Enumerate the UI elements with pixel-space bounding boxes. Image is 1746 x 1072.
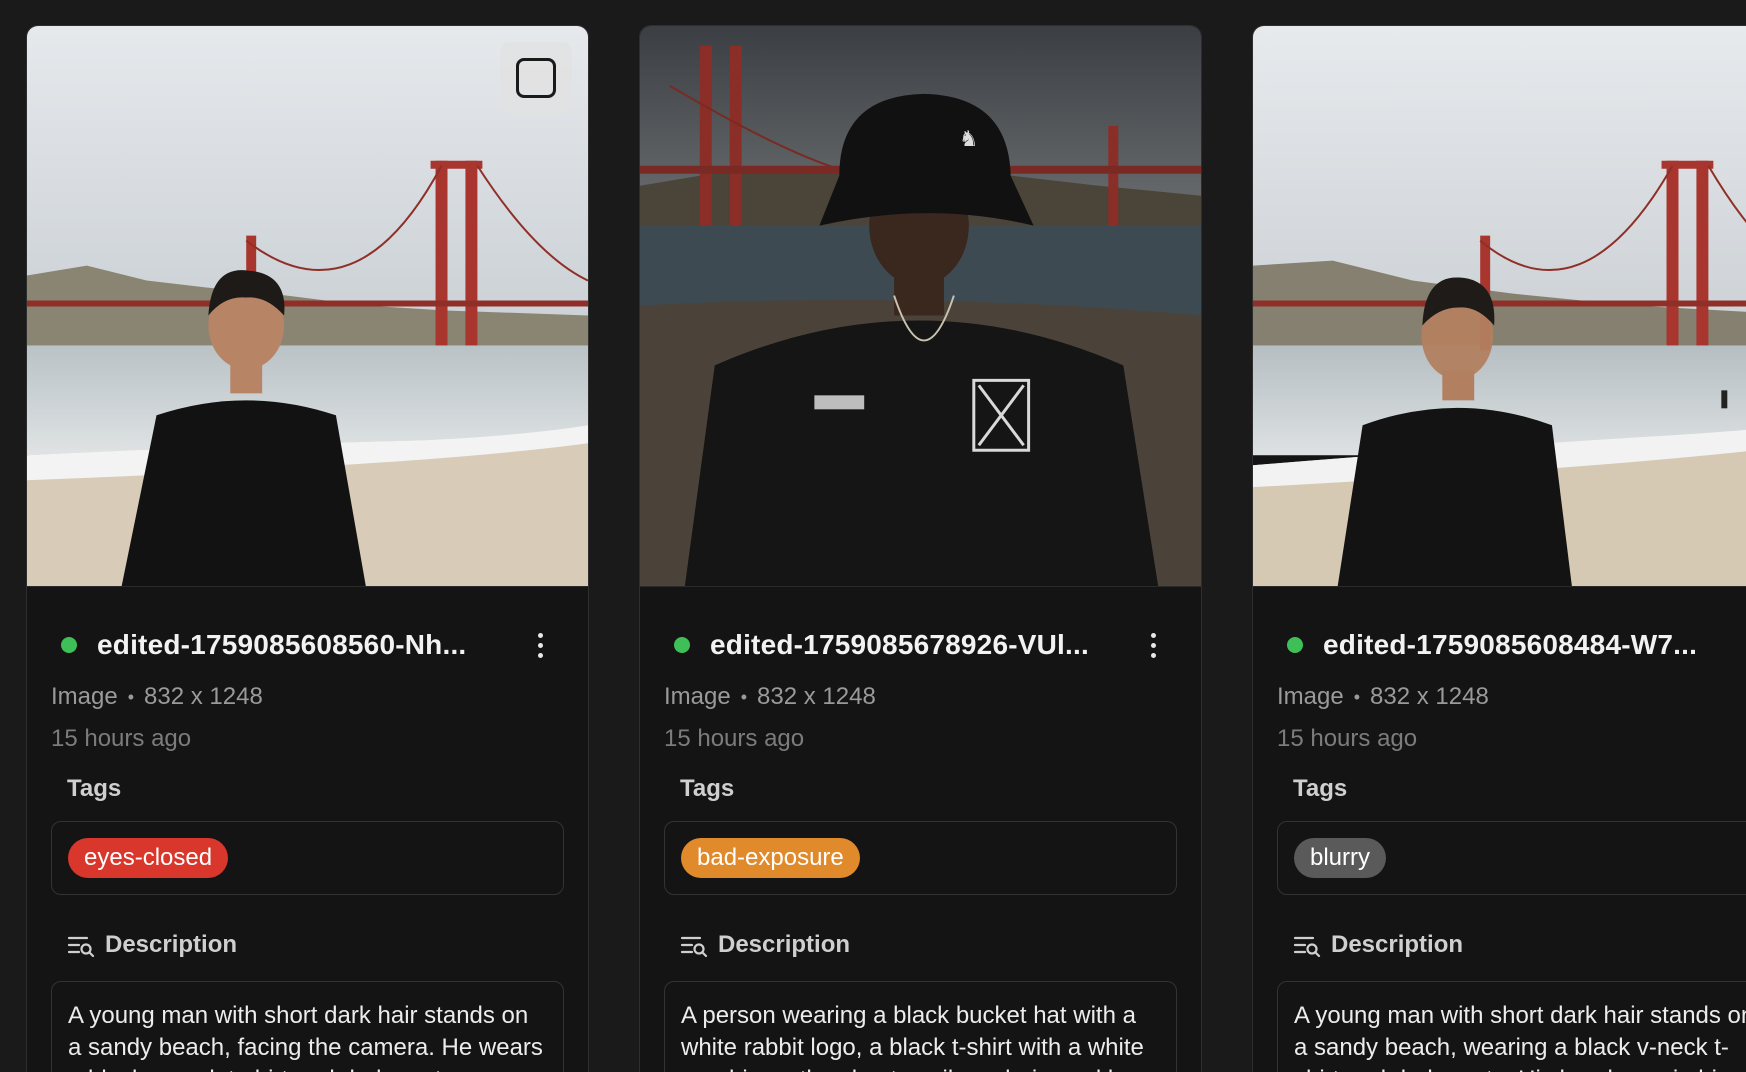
status-dot <box>61 637 77 653</box>
description-search-icon <box>1293 936 1321 957</box>
asset-dimensions: 832 x 1248 <box>757 683 876 710</box>
svg-text:♞: ♞ <box>959 127 979 152</box>
tag-eyes-closed[interactable]: eyes-closed <box>68 838 229 878</box>
asset-thumbnail[interactable] <box>1253 26 1746 587</box>
bucket-hat-photo: ♞ <box>640 26 1201 586</box>
asset-type: Image <box>51 683 118 710</box>
separator-dot: • <box>127 686 135 707</box>
description-label: Description <box>105 931 238 958</box>
asset-type: Image <box>664 683 731 710</box>
more-options-icon[interactable] <box>1137 627 1169 663</box>
asset-card[interactable]: edited-1759085608484-W7... Image • 832 x… <box>1252 25 1746 1072</box>
asset-time: 15 hours ago <box>1277 725 1418 752</box>
asset-time: 15 hours ago <box>664 725 805 752</box>
tag-bad-exposure[interactable]: bad-exposure <box>681 838 860 878</box>
asset-time: 15 hours ago <box>51 725 192 752</box>
more-options-icon[interactable] <box>524 627 556 663</box>
file-name[interactable]: edited-1759085608484-W7... <box>1323 629 1738 661</box>
description-search-icon <box>680 936 708 957</box>
asset-thumbnail[interactable]: ♞ <box>640 26 1201 587</box>
asset-dimensions: 832 x 1248 <box>1370 683 1489 710</box>
description-text: A young man with short dark hair stands … <box>51 981 564 1072</box>
asset-grid: edited-1759085608560-Nh... Image • 832 x… <box>0 0 1746 1072</box>
separator-dot: • <box>1353 686 1361 707</box>
tag-blurry[interactable]: blurry <box>1294 838 1387 878</box>
tags-label: Tags <box>67 775 122 802</box>
asset-dimensions: 832 x 1248 <box>144 683 263 710</box>
description-search-icon <box>67 936 95 957</box>
file-name[interactable]: edited-1759085678926-VUl... <box>710 629 1125 661</box>
status-dot <box>674 637 690 653</box>
status-dot <box>1287 637 1303 653</box>
description-label: Description <box>718 931 851 958</box>
description-label: Description <box>1331 931 1464 958</box>
asset-card[interactable]: edited-1759085608560-Nh... Image • 832 x… <box>26 25 589 1072</box>
description-text: A person wearing a black bucket hat with… <box>664 981 1177 1072</box>
tags-label: Tags <box>1293 775 1348 802</box>
file-name[interactable]: edited-1759085608560-Nh... <box>97 629 512 661</box>
description-text: A young man with short dark hair stands … <box>1277 981 1746 1072</box>
tags-box[interactable]: bad-exposure <box>664 821 1177 895</box>
tags-label: Tags <box>680 775 735 802</box>
beach-photo <box>1253 26 1746 586</box>
asset-type: Image <box>1277 683 1344 710</box>
tags-box[interactable]: blurry <box>1277 821 1746 895</box>
asset-card[interactable]: ♞ edited-1759085678926-VUl... Image • 83… <box>639 25 1202 1072</box>
tags-box[interactable]: eyes-closed <box>51 821 564 895</box>
separator-dot: • <box>740 686 748 707</box>
select-checkbox[interactable] <box>500 42 572 114</box>
asset-thumbnail[interactable] <box>27 26 588 587</box>
checkbox-square-icon <box>516 58 556 98</box>
